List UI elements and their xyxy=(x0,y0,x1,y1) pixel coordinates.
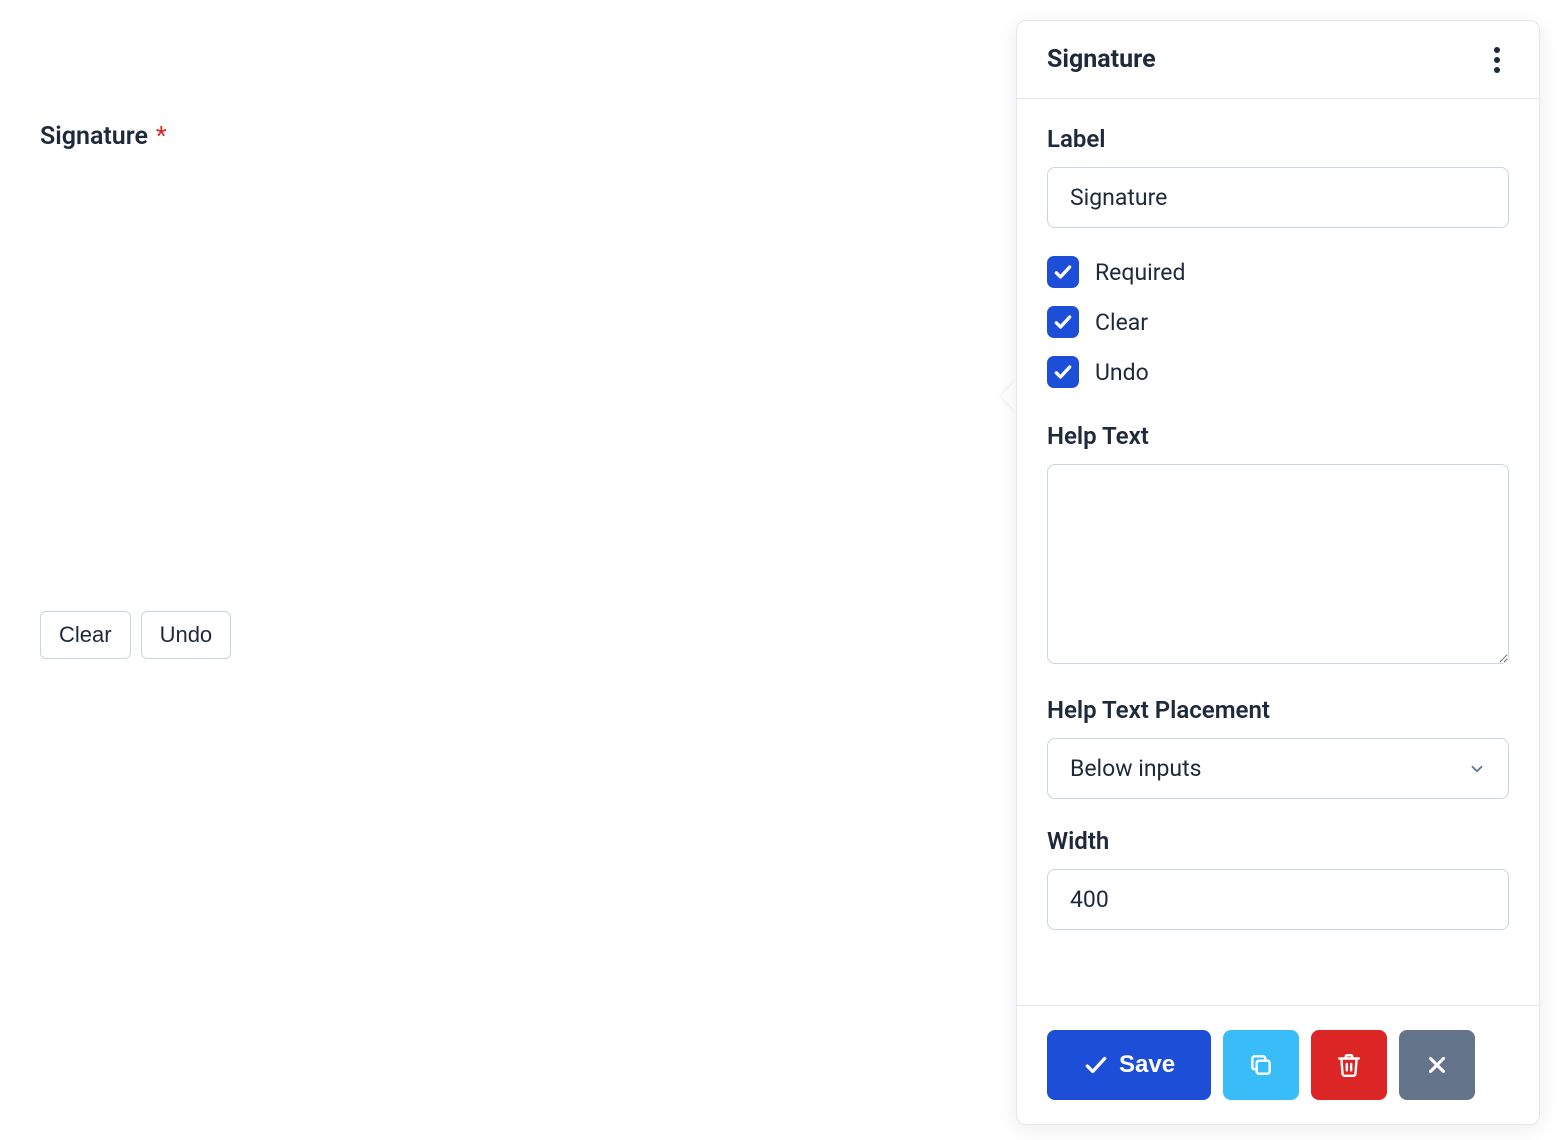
label-input[interactable] xyxy=(1047,167,1509,228)
checkbox-group: Required Clear Undo xyxy=(1047,256,1509,388)
clear-button[interactable]: Clear xyxy=(40,611,131,659)
label-heading: Label xyxy=(1047,125,1509,153)
undo-button[interactable]: Undo xyxy=(141,611,232,659)
required-checkbox-row: Required xyxy=(1047,256,1509,288)
check-icon xyxy=(1083,1052,1109,1078)
help-text-heading: Help Text xyxy=(1047,422,1509,450)
help-placement-select[interactable]: Below inputs xyxy=(1047,738,1509,799)
required-checkbox[interactable] xyxy=(1047,256,1079,288)
panel-footer: Save xyxy=(1017,1005,1539,1124)
check-icon xyxy=(1053,262,1073,282)
undo-checkbox-label: Undo xyxy=(1095,359,1149,386)
save-button[interactable]: Save xyxy=(1047,1030,1211,1100)
clear-checkbox[interactable] xyxy=(1047,306,1079,338)
save-button-label: Save xyxy=(1119,1051,1175,1079)
copy-icon xyxy=(1248,1052,1274,1078)
preview-button-row: Clear Undo xyxy=(40,611,231,659)
width-group: Width xyxy=(1047,827,1509,930)
width-heading: Width xyxy=(1047,827,1509,855)
signature-preview: Signature * Clear Undo xyxy=(40,122,231,659)
help-placement-group: Help Text Placement Below inputs xyxy=(1047,696,1509,799)
undo-checkbox-row: Undo xyxy=(1047,356,1509,388)
panel-pointer-arrow xyxy=(1001,380,1017,412)
trash-icon xyxy=(1336,1052,1362,1078)
chevron-down-icon xyxy=(1468,760,1486,778)
clear-checkbox-row: Clear xyxy=(1047,306,1509,338)
check-icon xyxy=(1053,362,1073,382)
field-label-row: Signature * xyxy=(40,122,231,151)
required-checkbox-label: Required xyxy=(1095,259,1185,286)
help-text-group: Help Text xyxy=(1047,422,1509,668)
settings-panel: Signature Label Required Clear xyxy=(1016,20,1540,1125)
check-icon xyxy=(1053,312,1073,332)
help-text-textarea[interactable] xyxy=(1047,464,1509,664)
clear-checkbox-label: Clear xyxy=(1095,309,1148,336)
duplicate-button[interactable] xyxy=(1223,1030,1299,1100)
close-button[interactable] xyxy=(1399,1030,1475,1100)
required-asterisk: * xyxy=(156,122,167,151)
kebab-menu-icon[interactable] xyxy=(1485,46,1509,74)
panel-header: Signature xyxy=(1017,21,1539,99)
panel-title: Signature xyxy=(1047,45,1156,74)
label-field-group: Label xyxy=(1047,125,1509,228)
help-placement-heading: Help Text Placement xyxy=(1047,696,1509,724)
delete-button[interactable] xyxy=(1311,1030,1387,1100)
panel-body[interactable]: Label Required Clear Undo xyxy=(1017,99,1539,1005)
preview-field-label: Signature xyxy=(40,122,148,151)
width-input[interactable] xyxy=(1047,869,1509,930)
close-icon xyxy=(1424,1052,1450,1078)
help-placement-value: Below inputs xyxy=(1070,755,1202,782)
undo-checkbox[interactable] xyxy=(1047,356,1079,388)
